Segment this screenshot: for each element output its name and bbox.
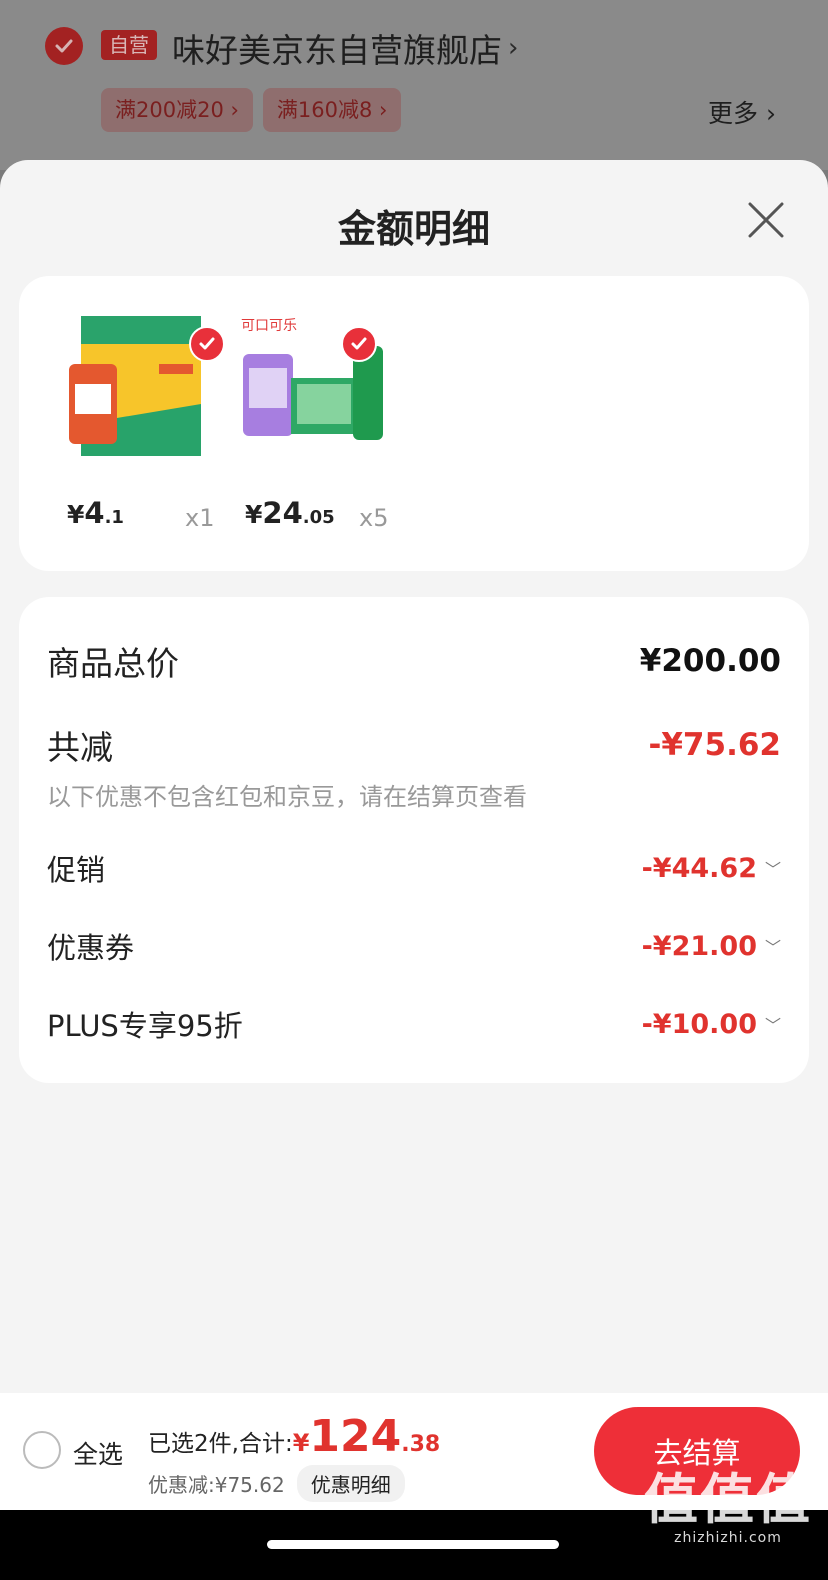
coupon-row[interactable]: 优惠券 -¥21.00 ﹀ [47, 925, 781, 967]
more-link[interactable]: 更多 › [708, 94, 776, 130]
product-checked-icon[interactable] [341, 326, 377, 362]
shop-header: 自营 味好美京东自营旗舰店 › 满200减20 › 满160减8 › 更多 › [0, 0, 828, 170]
reduced-row: 共减 -¥75.62 [47, 721, 781, 769]
shop-name-link[interactable]: 味好美京东自营旗舰店 › [172, 24, 518, 72]
watermark-logo: 值值值 [644, 1468, 812, 1531]
select-all-label[interactable]: 全选 [73, 1435, 123, 1471]
close-icon [748, 202, 784, 238]
product-checked-icon[interactable] [189, 326, 225, 362]
selected-text: 已选2件,合计: [148, 1431, 293, 1457]
self-operated-badge: 自营 [101, 30, 157, 60]
check-icon [55, 39, 73, 53]
promo-tag[interactable]: 满160减8 › [262, 88, 402, 132]
promo-tags: 满200减20 › 满160减8 › [101, 88, 402, 132]
product-price: ¥ 24 .05 [245, 496, 335, 530]
product-quantity: x5 [359, 504, 389, 532]
amount-detail-sheet: 金额明细 ¥ 4 .1 x1 可口可乐 ¥ 24 .05 x5 商品总价 ¥20… [0, 160, 828, 1580]
promo-label: 促销 [47, 853, 106, 887]
product-price: ¥ 4 .1 [67, 496, 124, 530]
reduced-value: -¥75.62 [648, 727, 782, 763]
chevron-right-icon: › [508, 33, 519, 63]
product-image-starch [67, 304, 225, 464]
discount-note: 以下优惠不包含红包和京豆，请在结算页查看 [47, 783, 527, 811]
total-value: ¥200.00 [639, 643, 781, 679]
promo-value: -¥44.62 [641, 852, 757, 884]
reduced-label: 共减 [47, 728, 113, 767]
promo-row[interactable]: 促销 -¥44.62 ﹀ [47, 847, 781, 889]
sheet-title: 金额明细 [337, 207, 490, 251]
watermark-url: zhizhizhi.com [674, 1530, 782, 1546]
product-image-sprite: 可口可乐 [241, 304, 391, 464]
screen: 自营 味好美京东自营旗舰店 › 满200减20 › 满160减8 › 更多 › … [0, 0, 828, 1580]
chevron-down-icon: ﹀ [764, 938, 781, 957]
shop-checkbox[interactable] [45, 27, 83, 65]
plus-discount-value: -¥10.00 [641, 1008, 757, 1040]
selected-summary: 已选2件,合计: ¥ 124 .38 [148, 1411, 440, 1462]
svg-text:可口可乐: 可口可乐 [241, 318, 297, 334]
discount-text: 优惠减:¥75.62 [148, 1473, 285, 1497]
chevron-down-icon: ﹀ [764, 1016, 781, 1035]
total-dec: .38 [401, 1432, 441, 1457]
home-indicator[interactable] [267, 1540, 559, 1549]
more-label: 更多 [708, 99, 759, 128]
total-yen: ¥ [292, 1429, 310, 1457]
watermark: 值值值 zhizhizhi.com [644, 1468, 812, 1547]
plus-discount-row[interactable]: PLUS专享95折 -¥10.00 ﹀ [47, 1003, 781, 1045]
coupon-label: 优惠券 [47, 931, 135, 965]
discount-line: 优惠减:¥75.62 优惠明细 [148, 1465, 405, 1502]
product-item[interactable] [67, 304, 225, 464]
product-quantity: x1 [185, 504, 215, 532]
promo-tag[interactable]: 满200减20 › [101, 88, 253, 132]
total-row: 商品总价 ¥200.00 [47, 637, 781, 685]
chevron-down-icon: ﹀ [764, 860, 781, 879]
plus-discount-label: PLUS专享95折 [47, 1009, 243, 1043]
products-card: ¥ 4 .1 x1 可口可乐 ¥ 24 .05 x5 [19, 276, 809, 571]
total-label: 商品总价 [47, 644, 179, 683]
discount-detail-button[interactable]: 优惠明细 [296, 1465, 405, 1502]
total-int: 124 [309, 1411, 402, 1462]
product-item[interactable]: 可口可乐 [241, 304, 391, 464]
shop-name: 味好美京东自营旗舰店 [172, 31, 502, 70]
select-all-radio[interactable] [23, 1431, 61, 1469]
amounts-card: 商品总价 ¥200.00 共减 -¥75.62 以下优惠不包含红包和京豆，请在结… [19, 597, 809, 1083]
coupon-value: -¥21.00 [641, 930, 757, 962]
close-button[interactable] [744, 198, 788, 242]
